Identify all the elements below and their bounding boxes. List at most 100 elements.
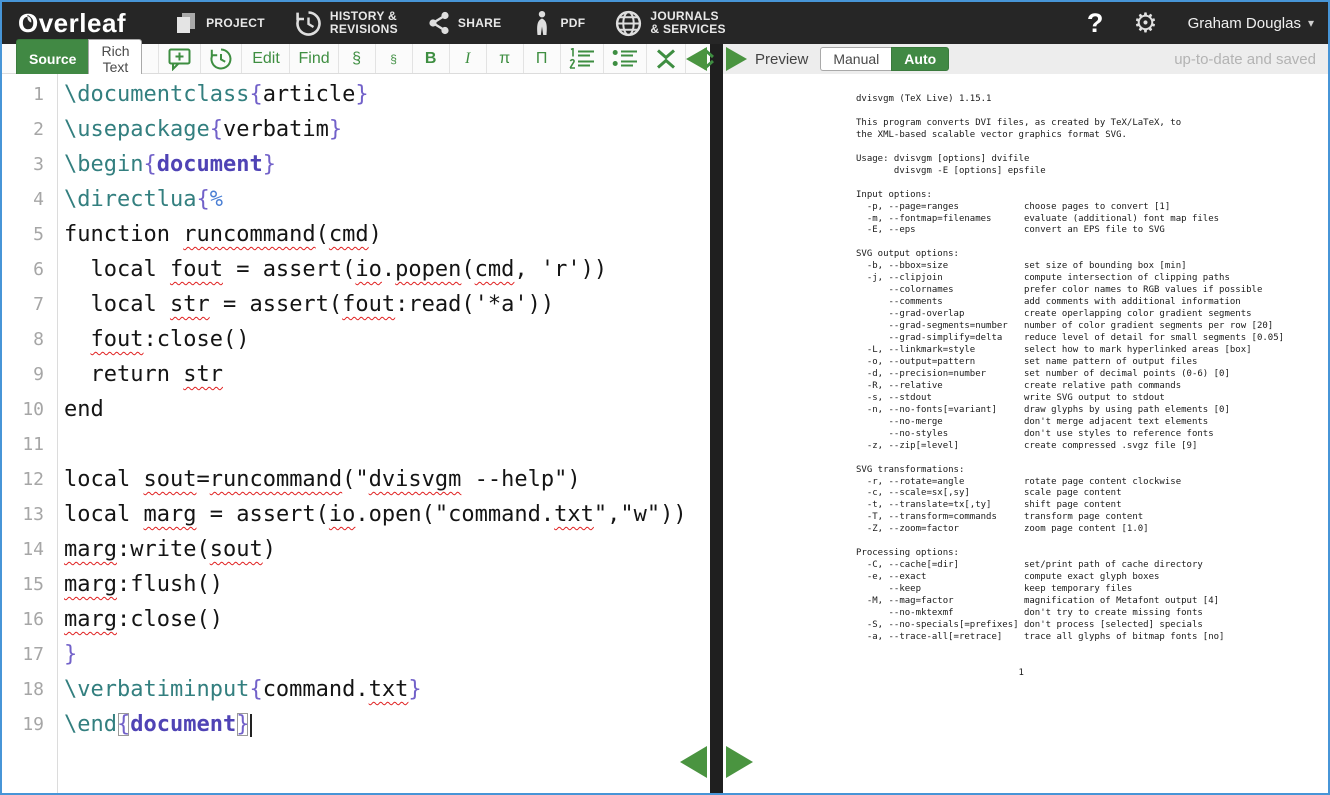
line-number: 19: [2, 707, 57, 742]
nav-share[interactable]: SHARE: [428, 11, 502, 35]
top-navbar: Overleaf PROJECT HISTORY & REVISIONS: [2, 2, 1328, 44]
code-line[interactable]: 3\begin{document}: [2, 147, 710, 182]
nav-pdf-label: PDF: [560, 17, 585, 30]
line-number: 11: [2, 427, 57, 462]
mode-toggle: Source Rich Text: [16, 39, 142, 79]
code-line[interactable]: 17}: [2, 637, 710, 672]
manual-compile-button[interactable]: Manual: [820, 47, 891, 71]
nav-project-label: PROJECT: [206, 17, 265, 30]
nav-journals-services[interactable]: JOURNALS & SERVICES: [615, 10, 725, 37]
undo-history-button[interactable]: [201, 44, 242, 73]
line-number: 2: [2, 112, 57, 147]
pdf-preview[interactable]: dvisvgm (TeX Live) 1.15.1 This program c…: [723, 74, 1328, 793]
nav-journals-label: JOURNALS & SERVICES: [650, 10, 725, 36]
source-editor[interactable]: 1\documentclass{article}2\usepackage{ver…: [2, 74, 710, 793]
code-line[interactable]: 2\usepackage{verbatim}: [2, 112, 710, 147]
add-comment-button[interactable]: [159, 44, 201, 73]
line-number: 6: [2, 252, 57, 287]
line-number: 1: [2, 77, 57, 112]
compile-mode-toggle: Manual Auto: [820, 47, 949, 71]
editor-pane: Source Rich Text: [2, 44, 710, 793]
editor-buttons: Edit Find § § B I π Π: [158, 44, 724, 73]
code-line[interactable]: 4\directlua{%: [2, 182, 710, 217]
overleaf-logo-text: Overleaf: [18, 8, 126, 39]
nav-history-revisions[interactable]: HISTORY & REVISIONS: [295, 10, 398, 37]
pane-divider[interactable]: [710, 44, 723, 793]
line-number: 4: [2, 182, 57, 217]
code-line[interactable]: 1\documentclass{article}: [2, 77, 710, 112]
line-number: 9: [2, 357, 57, 392]
code-area: 1\documentclass{article}2\usepackage{ver…: [2, 77, 710, 742]
numbered-list-button[interactable]: [561, 44, 604, 73]
leaf-icon: [22, 15, 33, 28]
code-line[interactable]: 10end: [2, 392, 710, 427]
bullet-list-button[interactable]: [604, 44, 647, 73]
nav-project[interactable]: PROJECT: [174, 11, 265, 35]
line-number: 12: [2, 462, 57, 497]
help-button[interactable]: ?: [1087, 8, 1104, 39]
line-number: 5: [2, 217, 57, 252]
code-line[interactable]: 11: [2, 427, 710, 462]
main-split: Source Rich Text: [2, 44, 1328, 793]
display-math-button[interactable]: Π: [524, 44, 561, 73]
line-number: 18: [2, 672, 57, 707]
text-cursor: [250, 714, 252, 737]
collapse-editor-arrow[interactable]: [686, 47, 707, 71]
expand-preview-arrow[interactable]: [726, 47, 747, 71]
bottom-collapse-editor-arrow[interactable]: [680, 746, 707, 778]
auto-compile-button[interactable]: Auto: [891, 47, 949, 71]
overleaf-app: { "colors": { "accent_green": "#418944",…: [0, 0, 1330, 795]
edit-menu-button[interactable]: Edit: [242, 44, 290, 73]
code-line[interactable]: 5function runcommand(cmd): [2, 217, 710, 252]
main-menu: PROJECT HISTORY & REVISIONS SHARE: [174, 10, 726, 37]
code-line[interactable]: 15marg:flush(): [2, 567, 710, 602]
navbar-right: ? ⚙ Graham Douglas ▾: [1087, 8, 1328, 39]
code-line[interactable]: 12local sout=runcommand("dvisvgm --help"…: [2, 462, 710, 497]
history-clock-icon: [295, 10, 322, 37]
bold-button[interactable]: B: [413, 44, 450, 73]
code-line[interactable]: 16marg:close(): [2, 602, 710, 637]
gear-icon[interactable]: ⚙: [1133, 10, 1157, 37]
nav-history-label: HISTORY & REVISIONS: [330, 10, 398, 36]
overleaf-logo[interactable]: Overleaf: [18, 8, 126, 39]
bullet-list-icon: [612, 48, 638, 69]
nav-pdf[interactable]: PDF: [531, 10, 585, 36]
line-number: 15: [2, 567, 57, 602]
italic-button[interactable]: I: [450, 44, 487, 73]
pdf-page-text: dvisvgm (TeX Live) 1.15.1 This program c…: [856, 94, 1284, 680]
find-button[interactable]: Find: [290, 44, 338, 73]
line-number: 17: [2, 637, 57, 672]
code-line[interactable]: 18\verbatiminput{command.txt}: [2, 672, 710, 707]
line-number: 10: [2, 392, 57, 427]
code-line[interactable]: 7 local str = assert(fout:read('*a')): [2, 287, 710, 322]
preview-pane: Preview Manual Auto up-to-date and saved…: [723, 44, 1328, 793]
editor-toolbar: Source Rich Text: [2, 44, 710, 74]
project-copies-icon: [174, 11, 198, 35]
comment-plus-icon: [167, 47, 192, 71]
inline-math-button[interactable]: π: [487, 44, 524, 73]
code-line[interactable]: 13local marg = assert(io.open("command.t…: [2, 497, 710, 532]
user-menu[interactable]: Graham Douglas ▾: [1188, 15, 1314, 32]
line-number: 3: [2, 147, 57, 182]
code-line[interactable]: 6 local fout = assert(io.popen(cmd, 'r')…: [2, 252, 710, 287]
gutter-divider: [57, 74, 58, 793]
unfold-collapse-button[interactable]: [647, 44, 686, 73]
code-line[interactable]: 8 fout:close(): [2, 322, 710, 357]
section-button[interactable]: §: [339, 44, 376, 73]
line-number: 13: [2, 497, 57, 532]
code-line[interactable]: 9 return str: [2, 357, 710, 392]
source-tab[interactable]: Source: [16, 39, 88, 79]
line-number: 8: [2, 322, 57, 357]
line-number: 16: [2, 602, 57, 637]
bottom-expand-preview-arrow[interactable]: [726, 746, 753, 778]
code-line[interactable]: 14marg:write(sout): [2, 532, 710, 567]
code-line[interactable]: 19\end{document}: [2, 707, 710, 742]
subsection-button[interactable]: §: [376, 44, 413, 73]
share-icon: [428, 11, 450, 35]
preview-toolbar: Preview Manual Auto up-to-date and saved: [723, 44, 1328, 74]
rich-text-tab[interactable]: Rich Text: [88, 39, 142, 79]
nav-share-label: SHARE: [458, 17, 502, 30]
caret-down-icon: ▾: [1308, 16, 1314, 30]
globe-icon: [615, 10, 642, 37]
collapse-icon: [655, 48, 677, 70]
